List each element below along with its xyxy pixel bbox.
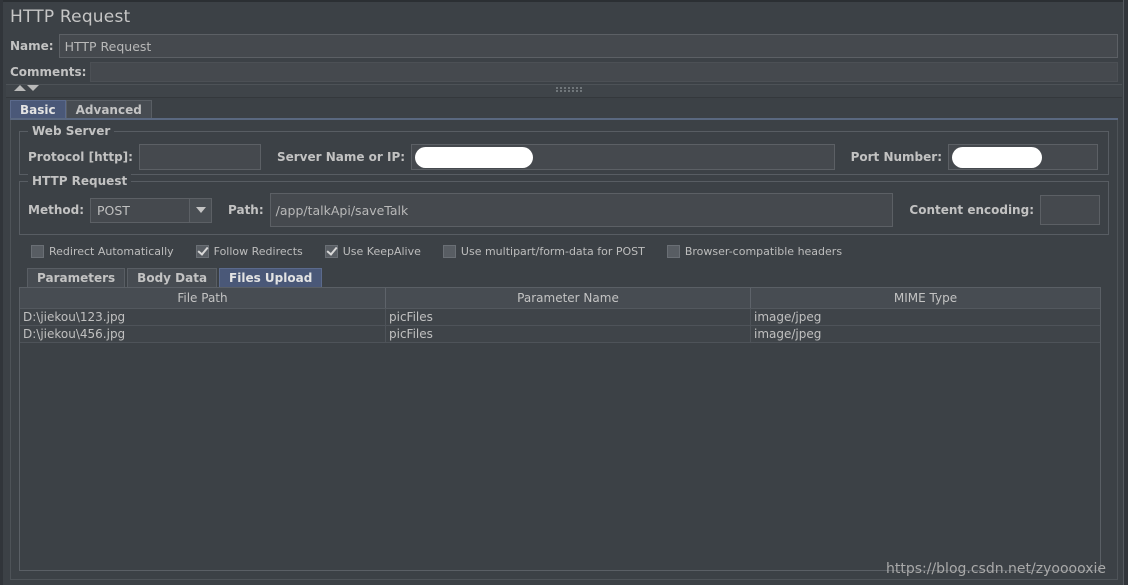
checkbox-icon[interactable] [666,244,680,258]
port-number-input[interactable] [948,144,1098,170]
web-server-group: Web Server Protocol [http]: Server Name … [19,124,1109,175]
path-label: Path: [228,203,264,217]
splitter-grip-icon[interactable] [556,87,584,93]
comments-row: Comments: [10,61,1118,83]
files-upload-table-wrapper: File Path Parameter Name MIME Type D:\ji… [19,287,1101,571]
option-label: Redirect Automatically [49,244,174,258]
option-label: Use KeepAlive [342,244,421,258]
tab-files-upload[interactable]: Files Upload [219,268,323,287]
http-request-group-title: HTTP Request [28,174,132,188]
tab-body-data[interactable]: Body Data [127,268,218,287]
cell-parameter-name[interactable]: picFiles [385,308,751,326]
method-label: Method: [28,203,84,217]
checkbox-checked-icon[interactable] [324,244,338,258]
content-encoding-label: Content encoding: [909,203,1034,217]
page-title: HTTP Request [10,7,131,27]
content-encoding-input[interactable] [1040,195,1100,225]
collapse-down-icon[interactable] [27,85,39,91]
table-header: File Path Parameter Name MIME Type [20,288,1100,309]
http-request-fields-row: Method: POST Path: /app/talkApi/saveTalk… [28,193,1100,227]
web-server-fields-row: Protocol [http]: Server Name or IP: Port… [28,144,1098,170]
option-browser-compatible-headers[interactable]: Browser-compatible headers [666,244,843,258]
window-top-border [0,0,1128,2]
chevron-down-icon[interactable] [189,198,211,222]
table-row[interactable]: D:\jiekou\456.jpg picFiles image/jpeg [20,325,1100,343]
checkbox-icon[interactable] [31,244,44,258]
tab-parameters[interactable]: Parameters [27,268,126,287]
main-tab-bar: Basic Advanced [10,99,1118,119]
option-use-keepalive[interactable]: Use KeepAlive [324,244,421,258]
option-label: Browser-compatible headers [684,244,843,258]
collapse-up-icon[interactable] [14,85,26,91]
watermark: https://blog.csdn.net/zyooooxie [885,561,1106,577]
protocol-label: Protocol [http]: [28,150,133,164]
option-label: Follow Redirects [213,244,303,258]
method-selected-value: POST [97,202,130,218]
tab-basic[interactable]: Basic [10,100,66,119]
name-input[interactable]: HTTP Request [58,34,1118,58]
server-name-redaction [415,147,534,168]
table-header-row: File Path Parameter Name MIME Type [20,288,1100,309]
comments-label: Comments: [10,65,87,79]
column-header-parameter-name[interactable]: Parameter Name [385,288,751,309]
http-request-sampler-window: HTTP Request Name: HTTP Request Comments… [0,0,1128,585]
window-right-border [1123,0,1128,585]
checkbox-icon[interactable] [442,244,456,258]
page-title-bar: HTTP Request [10,4,1118,30]
cell-file-path[interactable]: D:\jiekou\456.jpg [20,325,386,343]
tab-advanced[interactable]: Advanced [65,100,152,119]
server-name-label: Server Name or IP: [276,150,406,164]
checkbox-checked-icon[interactable] [195,244,209,258]
files-upload-table: File Path Parameter Name MIME Type D:\ji… [20,288,1100,343]
cell-mime-type[interactable]: image/jpeg [750,308,1100,326]
name-label: Name: [10,39,54,53]
option-follow-redirects[interactable]: Follow Redirects [195,244,303,258]
name-row: Name: HTTP Request [10,33,1118,59]
column-header-file-path[interactable]: File Path [20,288,386,309]
splitter-collapse-arrows[interactable] [14,85,39,91]
option-label: Use multipart/form-data for POST [460,244,645,258]
request-options-row: Redirect Automatically Follow Redirects … [31,242,864,260]
port-number-redaction [952,147,1042,168]
server-name-input[interactable] [411,144,835,170]
cell-parameter-name[interactable]: picFiles [385,325,751,343]
basic-tab-panel: Web Server Protocol [http]: Server Name … [10,120,1118,580]
comments-input[interactable] [90,62,1118,82]
http-request-group: HTTP Request Method: POST Path: /app/tal… [19,174,1109,235]
sub-tab-bar: Parameters Body Data Files Upload [27,267,324,287]
table-row[interactable]: D:\jiekou\123.jpg picFiles image/jpeg [20,308,1100,326]
method-select[interactable]: POST [90,197,212,223]
cell-file-path[interactable]: D:\jiekou\123.jpg [20,308,386,326]
path-input[interactable]: /app/talkApi/saveTalk [269,193,894,227]
option-redirect-automatically[interactable]: Redirect Automatically [31,244,174,258]
port-number-label: Port Number: [850,150,942,164]
table-body: D:\jiekou\123.jpg picFiles image/jpeg D:… [20,308,1100,343]
cell-mime-type[interactable]: image/jpeg [750,325,1100,343]
window-left-border [0,0,3,585]
web-server-group-title: Web Server [28,124,115,138]
protocol-input[interactable] [138,144,261,170]
column-header-mime-type[interactable]: MIME Type [750,288,1100,309]
option-use-multipart-form-data[interactable]: Use multipart/form-data for POST [442,244,645,258]
